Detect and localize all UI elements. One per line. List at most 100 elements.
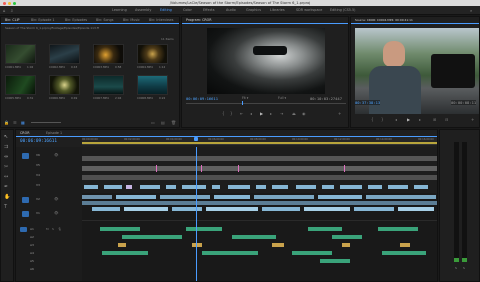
clip-thumbnail[interactable] [93,44,124,64]
list-view-icon[interactable]: ☰ [13,120,17,125]
audio-clip[interactable] [332,235,362,239]
meter-solo-icon[interactable]: S [455,266,457,270]
source-patch-toggle[interactable] [20,227,27,232]
timeline-timecode[interactable]: 00:06:09:16611 [20,139,57,144]
work-area-bar[interactable] [82,142,437,144]
ws-sdr[interactable]: SDR workspace [296,8,322,12]
video-clip[interactable] [388,185,408,189]
import-icon[interactable]: ⇩ [10,8,13,13]
clip-thumbnail[interactable] [137,75,168,95]
video-clip[interactable] [92,207,120,211]
tab-bin-episodes[interactable]: Bin: Episodes [65,18,87,22]
mic-icon[interactable]: 🎙 [58,227,62,231]
tab-bin-clip[interactable]: Bin: CLIP [5,18,20,22]
tab-bin-interviews[interactable]: Bin: Interviews [149,18,173,22]
mark-in-icon[interactable]: { [371,117,374,122]
clip-thumbnail[interactable] [93,75,124,95]
pen-tool-icon[interactable]: ✒ [4,184,8,190]
audio-clip[interactable] [202,251,258,255]
mute-icon[interactable]: M [46,227,49,231]
video-clip[interactable] [116,195,156,199]
fit-dropdown[interactable]: Fit ▾ [242,96,248,100]
audio-clip-yellow[interactable] [118,243,126,247]
video-clip[interactable] [124,207,168,211]
step-forward-icon[interactable]: ▸ [419,117,421,122]
playhead-handle[interactable] [194,137,198,141]
v4-clip-band[interactable] [82,166,437,171]
new-bin-icon[interactable]: ▭ [151,120,155,125]
audio-clip[interactable] [186,227,222,231]
icon-view-icon[interactable]: ▦ [21,120,25,125]
video-clip[interactable] [366,195,436,199]
go-to-out-icon[interactable]: ⇥ [280,111,283,116]
program-video-frame[interactable] [207,28,325,94]
track-area[interactable] [82,147,437,281]
resolution-dropdown[interactable]: Full ▾ [278,96,286,100]
video-clip[interactable] [104,185,122,189]
audio-clip-yellow[interactable] [272,243,284,247]
video-clip[interactable] [228,185,250,189]
video-clip[interactable] [214,195,250,199]
video-clip[interactable] [206,207,258,211]
video-clip[interactable] [322,185,334,189]
source-patch-toggle[interactable] [22,211,29,217]
audio-clip[interactable] [292,251,332,255]
title-clip[interactable] [126,185,132,189]
lift-icon[interactable]: ⏏ [292,111,296,116]
video-clip[interactable] [212,185,220,189]
export-frame-icon[interactable]: ◉ [302,111,306,116]
trash-icon[interactable]: 🗑 [171,120,176,125]
new-item-icon[interactable]: ▤ [161,120,165,125]
video-clip[interactable] [368,185,382,189]
program-scrubber[interactable] [186,103,346,104]
video-clip[interactable] [398,207,434,211]
pink-marker[interactable] [156,165,158,172]
overwrite-icon[interactable]: ⊟ [445,117,448,122]
ws-graphics[interactable]: Graphics [246,8,261,12]
video-clip[interactable] [318,195,362,199]
video-clip[interactable] [82,195,112,199]
video-clip[interactable] [254,195,314,199]
audio-clip-yellow[interactable] [342,243,350,247]
clip-thumbnail[interactable] [5,44,36,64]
play-icon[interactable]: ▶ [260,111,263,116]
ws-learning[interactable]: Learning [112,8,127,12]
tab-bin-songs[interactable]: Bin: Songs [96,18,113,22]
pink-marker[interactable] [344,165,346,172]
go-to-in-icon[interactable]: ⇤ [240,111,243,116]
video-clip[interactable] [172,207,202,211]
audio-clip[interactable] [122,235,182,239]
close-window-icon[interactable] [3,1,6,5]
video-clip[interactable] [82,201,437,205]
ws-color[interactable]: Color [183,8,192,12]
lock-icon[interactable]: 🔒 [4,120,9,125]
program-playhead-timecode[interactable]: 00:06:09:16611 [186,96,218,101]
pink-marker[interactable] [238,165,240,172]
mark-out-icon[interactable]: } [381,117,384,122]
video-clip[interactable] [354,207,394,211]
video-clip[interactable] [296,185,316,189]
clip-thumbnail[interactable] [49,44,80,64]
ws-assembly[interactable]: Assembly [135,8,151,12]
minimize-window-icon[interactable] [8,1,11,5]
add-button-icon[interactable]: + [338,111,341,116]
ws-editing-cs55[interactable]: Editing (CS5.5) [330,8,355,12]
time-ruler[interactable]: 00:00:00:00 00:02:00:00 00:04:00:00 00:0… [82,137,437,145]
eye-icon[interactable]: 👁 [54,153,58,157]
step-back-icon[interactable]: ◂ [250,111,252,116]
audio-clip-yellow[interactable] [400,243,410,247]
clip-thumbnail[interactable] [5,75,36,95]
clip-thumbnail[interactable] [49,75,80,95]
video-clip[interactable] [414,185,428,189]
program-monitor-tab[interactable]: Program: CROR [186,18,212,22]
ws-audio[interactable]: Audio [226,8,236,12]
ripple-tool-icon[interactable]: ⇹ [4,154,8,160]
eye-icon[interactable]: 👁 [54,197,58,201]
tab-sequence-cror[interactable]: CROR [20,131,29,135]
program-playhead[interactable] [242,101,243,105]
insert-icon[interactable]: ⊞ [433,117,436,122]
video-clip[interactable] [166,185,176,189]
video-clip[interactable] [304,207,350,211]
audio-clip[interactable] [378,227,418,231]
clip-thumbnail[interactable] [137,44,168,64]
